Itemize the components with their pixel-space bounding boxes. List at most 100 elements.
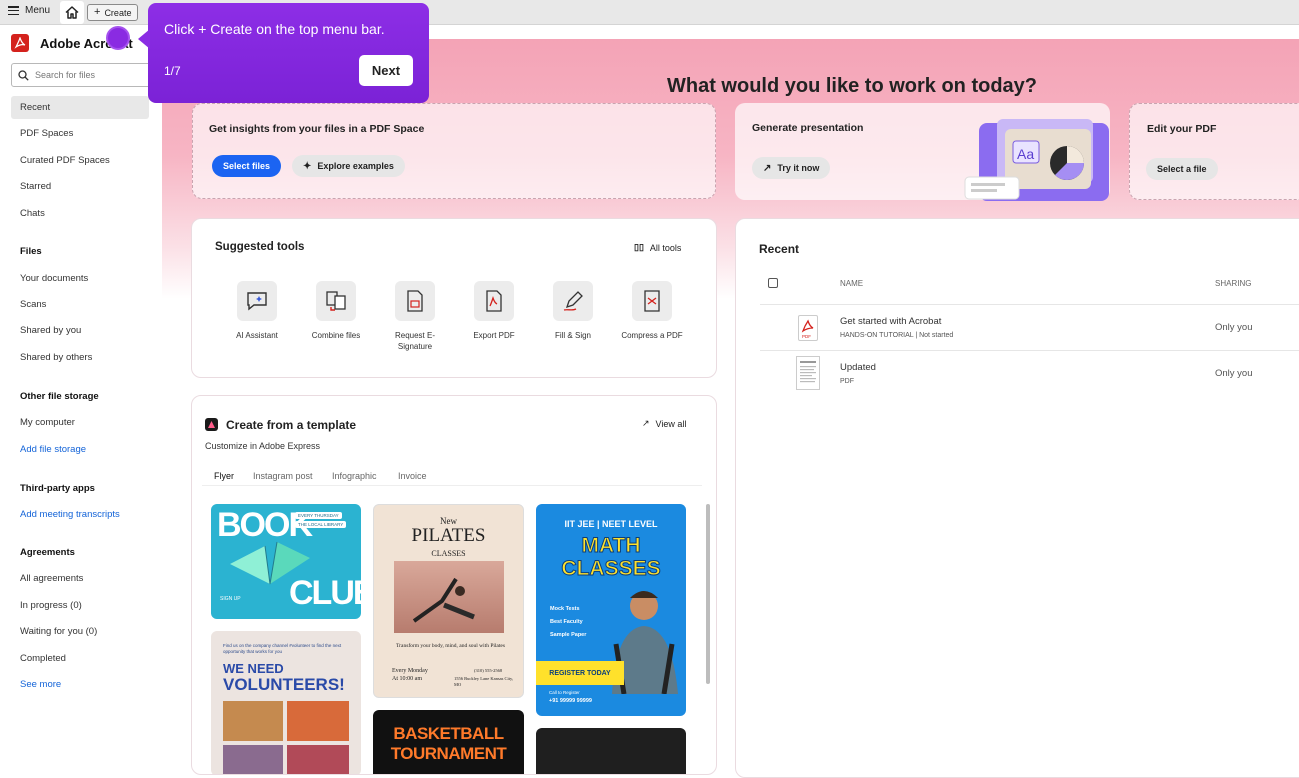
templates-scrollbar[interactable]	[706, 504, 710, 684]
explore-examples-label: Explore examples	[317, 161, 394, 171]
tool-export-pdf[interactable]: Export PDF	[458, 281, 530, 341]
file-name: Get started with Acrobat	[840, 316, 942, 327]
tab-invoice[interactable]: Invoice	[398, 471, 427, 481]
export-pdf-icon	[474, 281, 514, 321]
select-a-file-button[interactable]: Select a file	[1146, 158, 1218, 180]
pilates-title: PILATES	[411, 525, 486, 546]
search-placeholder: Search for files	[35, 70, 96, 80]
storage-heading: Other file storage	[20, 391, 99, 402]
tool-combine-files[interactable]: Combine files	[300, 281, 372, 341]
volunteer-photo-2	[287, 701, 349, 741]
table-row[interactable]: Updated PDF Only you	[760, 350, 1299, 396]
next-button[interactable]: Next	[359, 55, 413, 86]
add-file-storage-link[interactable]: Add file storage	[20, 444, 86, 455]
file-sharing: Only you	[1215, 368, 1253, 379]
volunteer-line2: VOLUNTEERS!	[223, 675, 345, 694]
third-party-heading: Third-party apps	[20, 483, 95, 494]
basketball-line2: TOURNAMENT	[390, 744, 507, 763]
tool-request-esignature[interactable]: Request E-Signature	[379, 281, 451, 352]
sidebar-item-shared-by-you[interactable]: Shared by you	[20, 325, 81, 336]
tour-text: Click + Create on the top menu bar.	[164, 21, 385, 37]
tool-compress-pdf[interactable]: Compress a PDF	[616, 281, 688, 341]
sidebar-item-shared-by-others[interactable]: Shared by others	[20, 352, 92, 363]
document-thumbnail	[796, 356, 820, 390]
presentation-illustration-icon: Aa	[964, 119, 1109, 201]
see-more-link[interactable]: See more	[20, 679, 61, 690]
menu-button[interactable]: Menu	[8, 5, 50, 16]
generate-presentation-card: Generate presentation ↗ Try it now Aa	[735, 103, 1110, 201]
math-b3: Sample Paper	[550, 632, 587, 638]
math-cta: REGISTER TODAY	[536, 661, 624, 685]
all-tools-icon: ▯▯	[634, 242, 644, 252]
edit-pdf-card: Edit your PDF Select a file	[1129, 103, 1299, 200]
volunteer-photo-4	[287, 745, 349, 774]
sidebar-item-scans[interactable]: Scans	[20, 299, 46, 310]
create-button[interactable]: + Create	[87, 4, 139, 21]
file-sharing: Only you	[1215, 322, 1253, 333]
sidebar-item-chats[interactable]: Chats	[20, 208, 45, 219]
template-basketball[interactable]: BASKETBALL TOURNAMENT	[373, 710, 524, 774]
tab-instagram-post[interactable]: Instagram post	[253, 471, 313, 481]
pilates-when: Every Monday	[392, 668, 428, 674]
math-phone: +91 99999 99999	[549, 698, 592, 704]
search-input[interactable]: Search for files	[11, 63, 151, 87]
file-meta: PDF	[840, 378, 854, 385]
tab-infographic[interactable]: Infographic	[332, 471, 377, 481]
col-sharing-header[interactable]: SHARING	[1215, 279, 1251, 288]
select-all-checkbox[interactable]	[768, 278, 778, 288]
sidebar-item-pdf-spaces[interactable]: PDF Spaces	[20, 128, 73, 139]
templates-title: Create from a template	[226, 418, 357, 432]
sparkle-icon: ✦	[303, 160, 312, 172]
math-b1: Mock Tests	[550, 606, 580, 612]
all-tools-label: All tools	[649, 242, 682, 253]
tool-ai-assistant[interactable]: AI Assistant	[221, 281, 293, 341]
sidebar-item-my-computer[interactable]: My computer	[20, 417, 75, 428]
sidebar: Adobe Acrobat Search for files Recent PD…	[0, 25, 162, 758]
file-meta: HANDS-ON TUTORIAL | Not started	[840, 332, 954, 339]
template-book-club[interactable]: BOOK EVERY THURSDAY THE LOCAL LIBRARY CL…	[211, 504, 361, 619]
hamburger-icon	[8, 6, 19, 15]
pdf-file-icon: PDF	[798, 315, 818, 341]
pdf-space-title: Get insights from your files in a PDF Sp…	[209, 123, 425, 135]
page-title: What would you like to work on today?	[667, 75, 1037, 97]
popover-arrow	[138, 29, 150, 49]
table-row[interactable]: PDF Get started with Acrobat HANDS-ON TU…	[760, 304, 1299, 350]
col-name-header[interactable]: NAME	[840, 279, 863, 288]
tour-hotspot[interactable]	[106, 26, 130, 50]
combine-files-icon	[316, 281, 356, 321]
select-files-button[interactable]: Select files	[212, 155, 282, 177]
template-volunteers[interactable]: Find us on the company channel #voluntee…	[211, 631, 361, 774]
volunteer-line1: WE NEED	[223, 661, 284, 676]
tab-flyer[interactable]: Flyer	[214, 471, 234, 481]
all-tools-link[interactable]: ▯▯ All tools	[634, 242, 681, 253]
volunteer-photo-1	[223, 701, 283, 741]
template-dark[interactable]	[536, 728, 686, 774]
home-icon	[65, 6, 79, 19]
request-esignature-icon	[395, 281, 435, 321]
sidebar-item-in-progress[interactable]: In progress (0)	[20, 600, 82, 611]
sidebar-item-recent[interactable]: Recent	[11, 96, 149, 119]
sidebar-item-your-documents[interactable]: Your documents	[20, 273, 88, 284]
adobe-express-icon	[205, 418, 218, 431]
select-files-label: Select files	[223, 161, 271, 171]
sidebar-item-completed[interactable]: Completed	[20, 653, 66, 664]
add-meeting-transcripts-link[interactable]: Add meeting transcripts	[20, 509, 120, 520]
template-math-classes[interactable]: IIT JEE | NEET LEVEL MATH CLASSES Mock T…	[536, 504, 686, 716]
view-all-link[interactable]: ↗ View all	[642, 418, 686, 429]
sidebar-item-all-agreements[interactable]: All agreements	[20, 573, 83, 584]
tool-label: Export PDF	[473, 331, 515, 340]
template-pilates[interactable]: New PILATES CLASSES Transform your body,…	[373, 504, 524, 698]
try-it-now-label: Try it now	[777, 163, 820, 173]
tool-fill-sign[interactable]: Fill & Sign	[537, 281, 609, 341]
sidebar-item-starred[interactable]: Starred	[20, 181, 51, 192]
volunteer-small: Find us on the company channel #voluntee…	[223, 643, 342, 654]
templates-card: Create from a template Customize in Adob…	[191, 395, 717, 775]
sidebar-item-curated-pdf-spaces[interactable]: Curated PDF Spaces	[20, 155, 110, 166]
sidebar-item-waiting-for-you[interactable]: Waiting for you (0)	[20, 626, 97, 637]
tour-popover: Click + Create on the top menu bar. 1/7 …	[138, 3, 429, 103]
try-it-now-button[interactable]: ↗ Try it now	[752, 157, 831, 179]
home-button[interactable]	[60, 1, 84, 24]
math-title1: MATH	[581, 534, 641, 558]
tabs-divider	[202, 485, 702, 486]
explore-examples-button[interactable]: ✦ Explore examples	[292, 155, 405, 177]
